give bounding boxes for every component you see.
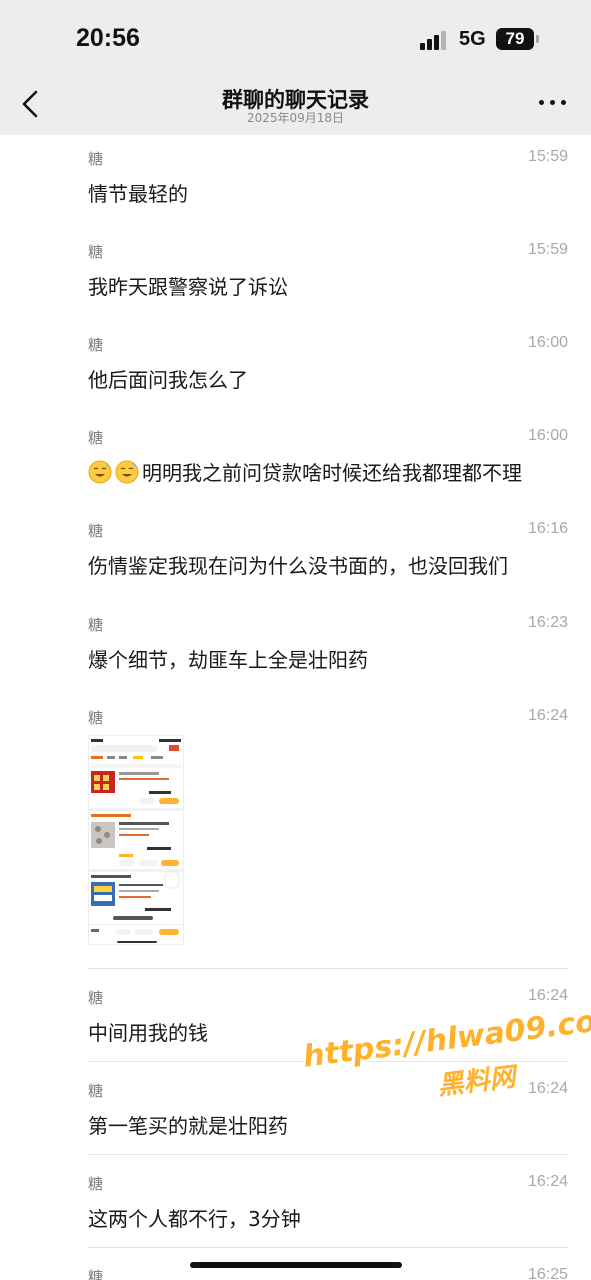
message-divider — [88, 1154, 568, 1155]
battery-tip — [536, 35, 539, 43]
message-text: 伤情鉴定我现在问为什么没书面的，也没回我们 — [88, 554, 508, 578]
image-preview-icon — [89, 736, 183, 944]
message-time: 16:24 — [527, 987, 568, 1004]
message-text: 爆个细节，劫匪车上全是壮阳药 — [88, 648, 368, 672]
status-time: 20:56 — [76, 24, 140, 52]
message-text: 情节最轻的 — [88, 182, 188, 206]
shopping-screenshot-thumbnail[interactable] — [88, 735, 184, 945]
sender-name: 糖 — [88, 243, 104, 261]
message-time: 16:16 — [527, 520, 568, 537]
message-text: 第一笔买的就是壮阳药 — [88, 1114, 288, 1138]
message-time: 16:00 — [527, 427, 568, 444]
status-bar: 20:56 5G 79 — [0, 0, 591, 80]
message-time: 15:59 — [527, 241, 568, 258]
message-divider — [88, 1061, 568, 1062]
message-time: 16:00 — [527, 334, 568, 351]
signal-icon — [420, 30, 450, 50]
message-text: 他后面问我怎么了 — [88, 368, 248, 392]
watermark-url: https://hlwa09.com — [301, 1000, 591, 1075]
message-time: 16:24 — [527, 1080, 568, 1097]
sender-name: 糖 — [88, 429, 104, 447]
battery-icon: 79 — [496, 28, 534, 50]
site-watermark: https://hlwa09.com 黑料网 — [300, 995, 591, 1140]
sender-name: 糖 — [88, 989, 104, 1007]
more-dots-icon — [539, 100, 544, 105]
message-time: 16:24 — [527, 707, 568, 724]
sweat-smile-emoji-icon — [115, 460, 139, 484]
sender-name: 糖 — [88, 150, 104, 168]
message-text: 中间用我的钱 — [88, 1021, 208, 1045]
sender-name: 糖 — [88, 1268, 104, 1280]
message-text: 明明我之前问贷款啥时候还给我都理都不理 — [142, 461, 522, 485]
home-indicator[interactable] — [190, 1262, 402, 1268]
nav-bar: 群聊的聊天记录 2025年09月18日 — [0, 80, 591, 135]
network-type: 5G — [459, 28, 486, 50]
more-button[interactable] — [536, 92, 570, 112]
sender-name: 糖 — [88, 616, 104, 634]
sender-name: 糖 — [88, 522, 104, 540]
message-text: 这两个人都不行，3分钟 — [88, 1207, 301, 1231]
watermark-brand: 黑料网 — [436, 1062, 518, 1102]
sender-name: 糖 — [88, 709, 104, 727]
message-time: 16:23 — [527, 614, 568, 631]
message-time: 16:24 — [527, 1173, 568, 1190]
message-divider — [88, 968, 568, 969]
page-subtitle-date: 2025年09月18日 — [246, 111, 345, 125]
sender-name: 糖 — [88, 336, 104, 354]
sender-name: 糖 — [88, 1082, 104, 1100]
sender-name: 糖 — [88, 1175, 104, 1193]
message-divider — [88, 1247, 568, 1248]
message-text: 我昨天跟警察说了诉讼 — [88, 275, 288, 299]
message-time: 16:25 — [527, 1266, 568, 1280]
message-time: 15:59 — [527, 148, 568, 165]
sweat-smile-emoji-icon — [88, 460, 112, 484]
